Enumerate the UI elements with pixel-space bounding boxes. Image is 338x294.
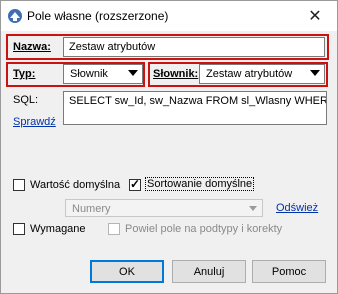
anuluj-button[interactable]: Anuluj	[172, 260, 246, 283]
title-bar: Pole własne (rozszerzone) ✕	[1, 1, 337, 31]
slownik-label: Słownik:	[153, 68, 199, 80]
numery-select: Numery	[65, 199, 263, 217]
close-icon: ✕	[308, 8, 322, 25]
wymagane-checkbox[interactable]	[13, 223, 25, 235]
typ-label: Typ:	[13, 68, 36, 80]
typ-select-value: Słownik	[70, 68, 108, 80]
wymagane-label: Wymagane	[30, 223, 86, 235]
wartosc-domyslna-checkbox[interactable]	[13, 179, 25, 191]
slownik-select-value: Zestaw atrybutów	[206, 68, 293, 80]
pomoc-button[interactable]: Pomoc	[252, 260, 326, 283]
typ-select[interactable]: Słownik	[63, 64, 143, 84]
nazwa-label: Nazwa:	[13, 41, 51, 53]
close-button[interactable]: ✕	[293, 1, 337, 31]
numery-select-value: Numery	[72, 203, 111, 215]
slownik-select[interactable]: Zestaw atrybutów	[199, 64, 325, 84]
sql-label: SQL:	[13, 94, 39, 106]
chevron-down-icon	[249, 206, 257, 211]
dialog-window: Pole własne (rozszerzone) ✕ Nazwa: Zesta…	[0, 0, 338, 294]
chevron-down-icon	[310, 70, 320, 76]
sprawdz-link[interactable]: Sprawdź	[13, 116, 56, 128]
wartosc-domyslna-label: Wartość domyślna	[30, 179, 121, 191]
sortowanie-domyslne-checkbox[interactable]	[129, 177, 141, 191]
sortowanie-domyslne-label: Sortowanie domyślne	[144, 177, 255, 191]
powiel-checkbox	[108, 223, 120, 235]
nazwa-input[interactable]: Zestaw atrybutów	[63, 37, 325, 57]
window-title: Pole własne (rozszerzone)	[27, 9, 169, 23]
odswiez-link[interactable]: Odśwież	[276, 202, 318, 214]
app-icon	[8, 9, 22, 23]
sql-textarea[interactable]: SELECT sw_Id, sw_Nazwa FROM sl_Wlasny WH…	[63, 91, 327, 125]
chevron-down-icon	[128, 70, 138, 76]
powiel-label: Powiel pole na podtypy i korekty	[125, 223, 283, 235]
ok-button[interactable]: OK	[90, 260, 164, 283]
